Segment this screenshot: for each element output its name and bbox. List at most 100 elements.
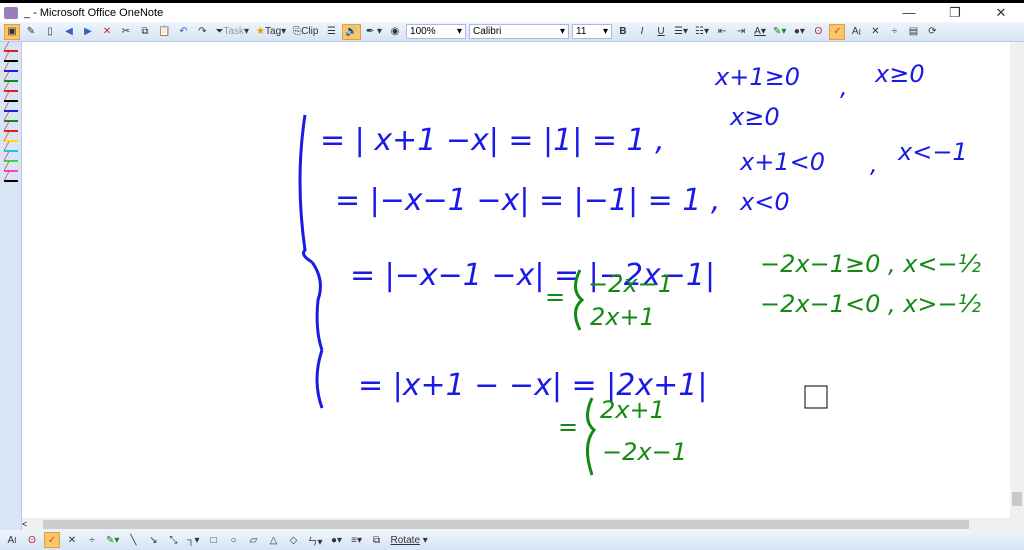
delete-icon[interactable]: ✕	[64, 532, 80, 548]
list-view-icon[interactable]: ☰	[323, 24, 339, 40]
note-canvas[interactable]: = | x+1 −x| = |1| = 1 , = |−x−1 −x| = |−…	[22, 42, 1010, 518]
green-case2-b: −2x−1	[602, 438, 687, 466]
color-picker-icon[interactable]: ●▾	[791, 24, 807, 40]
pen-swatch[interactable]: ╱	[4, 163, 18, 172]
double-arrow-icon[interactable]: ⤡	[165, 532, 181, 548]
forward-icon[interactable]: ▶	[80, 24, 96, 40]
restore-button[interactable]: ❐	[932, 3, 978, 22]
zoom-select[interactable]: 100% ▾	[406, 24, 467, 39]
vertical-scrollbar[interactable]	[1010, 42, 1024, 530]
decrease-indent-icon[interactable]: ⇤	[714, 24, 730, 40]
horizontal-scrollbar[interactable]: <	[22, 518, 1010, 530]
arrow-icon[interactable]: ↘	[145, 532, 161, 548]
help-icon[interactable]: ◉	[387, 24, 403, 40]
font-color-icon[interactable]: A▾	[752, 24, 768, 40]
redo-icon[interactable]: ↷	[194, 24, 210, 40]
arrange-icon[interactable]: ⧉	[369, 532, 385, 548]
undo-icon[interactable]: ↶	[175, 24, 191, 40]
cond-3: x≥0	[729, 103, 780, 131]
pen-swatch[interactable]: ╱	[4, 43, 18, 52]
pen-swatch[interactable]: ╱	[4, 103, 18, 112]
color-icon[interactable]: ●▾	[329, 532, 345, 548]
bullets-icon[interactable]: ☰▾	[672, 24, 690, 40]
eraser-icon[interactable]: ✓	[44, 532, 60, 548]
axis-icon[interactable]: ┐▾	[185, 532, 201, 548]
triangle-icon[interactable]: △	[266, 532, 282, 548]
increase-indent-icon[interactable]: ⇥	[733, 24, 749, 40]
insert-space-icon[interactable]: AI	[4, 532, 20, 548]
rectangle-icon[interactable]: □	[206, 532, 222, 548]
font-size-select[interactable]: 11 ▾	[572, 24, 613, 39]
delete-page-icon[interactable]: ✕	[99, 24, 115, 40]
new-page-icon[interactable]: ▯	[42, 24, 58, 40]
back-icon[interactable]: ◀	[61, 24, 77, 40]
ellipse-icon[interactable]: ○	[226, 532, 242, 548]
parallelogram-icon[interactable]: ▱	[246, 532, 262, 548]
task-icon: ⏷	[215, 26, 224, 37]
small-square	[804, 385, 828, 409]
insert-space-vertical-icon[interactable]: ÷	[84, 532, 100, 548]
insert-space-vertical-icon[interactable]: ÷	[886, 24, 902, 40]
bold-button[interactable]: B	[615, 24, 631, 40]
drawing-toolbar: AI ʘ ✓ ✕ ÷ ✎▾ ╲ ↘ ⤡ ┐▾ □ ○ ▱ △ ◇ ㄣ▾ ●▾ ≡…	[0, 530, 1024, 550]
lasso-icon[interactable]: ʘ	[810, 24, 826, 40]
pen-swatch[interactable]: ╱	[4, 73, 18, 82]
pen-swatch[interactable]: ╱	[4, 93, 18, 102]
chevron-down-icon: ▾	[603, 26, 609, 37]
green-case1-a: −2x−1	[588, 270, 673, 298]
delete-icon[interactable]: ✕	[867, 24, 883, 40]
copy-icon[interactable]: ⧉	[137, 24, 153, 40]
lasso-icon[interactable]: ʘ	[24, 532, 40, 548]
italic-button[interactable]: I	[634, 24, 650, 40]
highlight-icon[interactable]: ✎▾	[771, 24, 788, 40]
font-select[interactable]: Calibri ▾	[469, 24, 570, 39]
chevron-down-icon: ▾	[457, 26, 463, 37]
eraser-icon[interactable]: ✓	[829, 23, 846, 40]
cut-icon[interactable]: ✂	[118, 24, 134, 40]
scroll-left-icon[interactable]: <	[22, 519, 27, 529]
pen-swatch[interactable]: ╱	[4, 133, 18, 142]
line-weight-icon[interactable]: ≡▾	[349, 532, 365, 548]
pen-swatch[interactable]: ╱	[4, 53, 18, 62]
rotate-button[interactable]: Rotate ▾	[389, 532, 430, 548]
left-brace-3	[315, 349, 324, 409]
diamond-icon[interactable]: ◇	[286, 532, 302, 548]
pen-swatch[interactable]: ╱	[4, 143, 18, 152]
pen-swatch[interactable]: ╱	[4, 63, 18, 72]
insert-space-icon[interactable]: AI	[848, 24, 864, 40]
scroll-thumb[interactable]	[43, 519, 970, 529]
pen-tool-icon[interactable]: ✒ ▾	[364, 24, 384, 40]
line-icon[interactable]: ╲	[125, 532, 141, 548]
scroll-thumb[interactable]	[1012, 492, 1022, 506]
sync-icon[interactable]: ⟳	[924, 24, 940, 40]
minimize-button[interactable]: —	[886, 3, 932, 22]
cond-6: x<0	[739, 188, 790, 216]
connector-icon[interactable]: ㄣ▾	[306, 532, 325, 548]
numbering-icon[interactable]: ☷▾	[693, 24, 711, 40]
pen-swatch[interactable]: ╱	[4, 113, 18, 122]
pen-swatch[interactable]: ╱	[4, 123, 18, 132]
pen-icon[interactable]: ✎	[23, 24, 39, 40]
pen-color-icon[interactable]: ✎▾	[104, 532, 121, 548]
pen-palette: ╱ ╱ ╱ ╱ ╱ ╱ ╱ ╱ ╱ ╱ ╱ ╱ ╱ ╱	[0, 42, 22, 530]
page-view-icon[interactable]: ▣	[4, 23, 20, 40]
clip-button[interactable]: ⎘ Clip	[291, 24, 320, 40]
tag-button[interactable]: ★ Tag ▾	[254, 24, 288, 40]
green-cond-1: −2x−1≥0 , x<−½	[760, 250, 981, 278]
pen-swatch[interactable]: ╱	[4, 173, 18, 182]
font-value: Calibri	[473, 26, 502, 37]
cond-1: x+1≥0	[714, 63, 800, 91]
tag-label: Tag	[265, 26, 282, 37]
rotate-label: Rotate	[390, 534, 421, 546]
zoom-value: 100%	[410, 26, 436, 37]
page-icon[interactable]: ▤	[905, 24, 921, 40]
pen-swatch[interactable]: ╱	[4, 153, 18, 162]
pen-swatch[interactable]: ╱	[4, 83, 18, 92]
underline-button[interactable]: U	[653, 24, 669, 40]
window-title: _ - Microsoft Office OneNote	[24, 6, 164, 19]
close-button[interactable]: ✕	[978, 3, 1024, 22]
cond-5: x<−1	[897, 138, 968, 166]
audio-icon[interactable]: 🔊	[342, 23, 361, 40]
paste-icon[interactable]: 📋	[156, 24, 172, 40]
task-button[interactable]: ⏷ Task ▾	[213, 24, 251, 40]
